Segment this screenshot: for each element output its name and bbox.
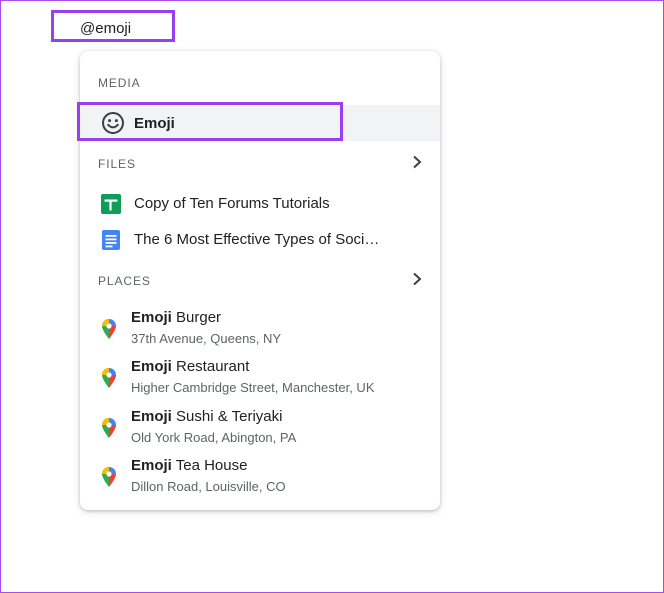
place-name: Emoji Restaurant	[131, 358, 250, 375]
file-item[interactable]: The 6 Most Effective Types of Soci…	[80, 222, 440, 256]
file-item-label: Copy of Ten Forums Tutorials	[134, 195, 330, 212]
place-item[interactable]: Emoji Sushi & Teriyaki Old York Road, Ab…	[80, 406, 440, 454]
place-item[interactable]: Emoji Restaurant Higher Cambridge Street…	[80, 356, 440, 404]
map-pin-icon	[102, 319, 116, 339]
place-name: Emoji Burger	[131, 309, 222, 326]
map-pin-icon	[102, 467, 116, 487]
smiley-icon	[102, 112, 124, 134]
mention-suggestions-menu: MEDIA Emoji FILES Copy of Ten Forums Tut…	[77, 51, 440, 510]
google-docs-icon	[102, 230, 120, 250]
place-item[interactable]: Emoji Tea House Dillon Road, Louisville,…	[80, 455, 440, 503]
map-pin-icon	[102, 418, 116, 438]
menu-item-emoji[interactable]: Emoji	[77, 102, 440, 141]
file-item[interactable]: Copy of Ten Forums Tutorials	[80, 186, 440, 220]
place-name: Emoji Tea House	[131, 457, 248, 474]
file-item-label: The 6 Most Effective Types of Soci…	[134, 231, 380, 248]
menu-item-emoji-label: Emoji	[134, 115, 175, 132]
mention-text: @emoji	[80, 20, 132, 37]
place-address: Dillon Road, Louisville, CO	[131, 479, 286, 494]
place-address: 37th Avenue, Queens, NY	[131, 331, 282, 346]
files-chevron-right-icon[interactable]	[410, 155, 424, 169]
section-header-places: PLACES	[98, 274, 151, 288]
places-chevron-right-icon[interactable]	[410, 272, 424, 286]
place-item[interactable]: Emoji Burger 37th Avenue, Queens, NY	[80, 307, 440, 355]
section-header-media: MEDIA	[98, 76, 141, 90]
mention-chip[interactable]: @emoji	[51, 10, 175, 42]
place-address: Higher Cambridge Street, Manchester, UK	[131, 380, 375, 395]
place-name: Emoji Sushi & Teriyaki	[131, 408, 283, 425]
google-sheets-icon	[101, 194, 121, 214]
section-header-files: FILES	[98, 157, 136, 171]
map-pin-icon	[102, 368, 116, 388]
place-address: Old York Road, Abington, PA	[131, 430, 297, 445]
